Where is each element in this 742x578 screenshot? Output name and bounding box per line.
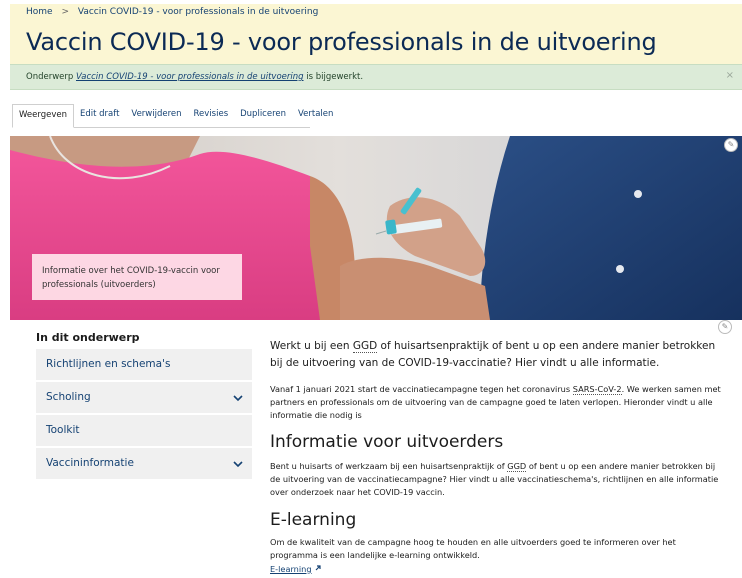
close-icon[interactable]: × bbox=[726, 70, 734, 81]
breadcrumb-home-link[interactable]: Home bbox=[26, 7, 53, 17]
sidenav-item-label: Scholing bbox=[46, 391, 91, 403]
sidenav-item-scholing[interactable]: Scholing bbox=[36, 382, 252, 414]
status-prefix: Onderwerp bbox=[26, 72, 74, 82]
chevron-down-icon[interactable] bbox=[232, 392, 244, 404]
tab-vertalen[interactable]: Vertalen bbox=[292, 104, 339, 127]
topic-sidenav: Richtlijnen en schema's Scholing Toolkit… bbox=[36, 349, 252, 481]
chevron-down-icon[interactable] bbox=[232, 458, 244, 470]
abbr-ggd: GGD bbox=[352, 340, 378, 353]
elearning-paragraph: Om de kwaliteit van de campagne hoog te … bbox=[270, 537, 676, 560]
status-text: Onderwerp Vaccin COVID-19 - voor profess… bbox=[26, 72, 363, 82]
content-pencil-icon[interactable]: ✎ bbox=[718, 320, 732, 334]
tab-dupliceren[interactable]: Dupliceren bbox=[234, 104, 292, 127]
abbr-ggd: GGD bbox=[507, 461, 527, 472]
tab-edit-draft[interactable]: Edit draft bbox=[74, 104, 125, 127]
sidenav-title: In dit onderwerp bbox=[36, 331, 140, 344]
tab-weergeven[interactable]: Weergeven bbox=[12, 104, 74, 128]
heading-elearning: E-learning bbox=[270, 510, 357, 530]
heading-uitvoerders: Informatie voor uitvoerders bbox=[270, 432, 504, 452]
sidenav-item-toolkit[interactable]: Toolkit bbox=[36, 415, 252, 447]
breadcrumb: Home > Vaccin COVID-19 - voor profession… bbox=[26, 7, 318, 17]
elearning-link[interactable]: E-learning bbox=[270, 564, 322, 574]
breadcrumb-separator: > bbox=[61, 7, 69, 17]
sidenav-item-label: Richtlijnen en schema's bbox=[46, 358, 171, 370]
page-title: Vaccin COVID-19 - voor professionals in … bbox=[26, 28, 657, 56]
intro-lead: Werkt u bij een GGD of huisartsenpraktij… bbox=[270, 340, 716, 369]
intro-paragraph: Vanaf 1 januari 2021 start de vaccinatie… bbox=[270, 384, 721, 420]
sidenav-item-vaccininformatie[interactable]: Vaccininformatie bbox=[36, 448, 252, 480]
hero-image: Informatie over het COVID-19-vaccin voor… bbox=[10, 136, 742, 320]
status-topic-link[interactable]: Vaccin COVID-19 - voor professionals in … bbox=[76, 72, 304, 82]
tab-revisies[interactable]: Revisies bbox=[188, 104, 235, 127]
sidenav-item-richtlijnen[interactable]: Richtlijnen en schema's bbox=[36, 349, 252, 381]
external-link-icon bbox=[315, 565, 321, 571]
breadcrumb-current: Vaccin COVID-19 - voor professionals in … bbox=[77, 7, 319, 17]
tab-verwijderen[interactable]: Verwijderen bbox=[125, 104, 187, 127]
local-tasks-tabs: Weergeven Edit draft Verwijderen Revisie… bbox=[12, 104, 333, 128]
uitvoerders-paragraph: Bent u huisarts of werkzaam bij een huis… bbox=[270, 461, 719, 497]
hero-caption: Informatie over het COVID-19-vaccin voor… bbox=[32, 254, 242, 300]
sidenav-item-label: Toolkit bbox=[46, 424, 80, 436]
sidenav-item-label: Vaccininformatie bbox=[46, 457, 134, 469]
status-suffix: is bijgewerkt. bbox=[306, 72, 364, 82]
abbr-sars: SARS-CoV-2 bbox=[572, 384, 622, 395]
pencil-icon[interactable]: ✎ bbox=[724, 138, 738, 152]
status-message: Onderwerp Vaccin COVID-19 - voor profess… bbox=[10, 64, 742, 90]
